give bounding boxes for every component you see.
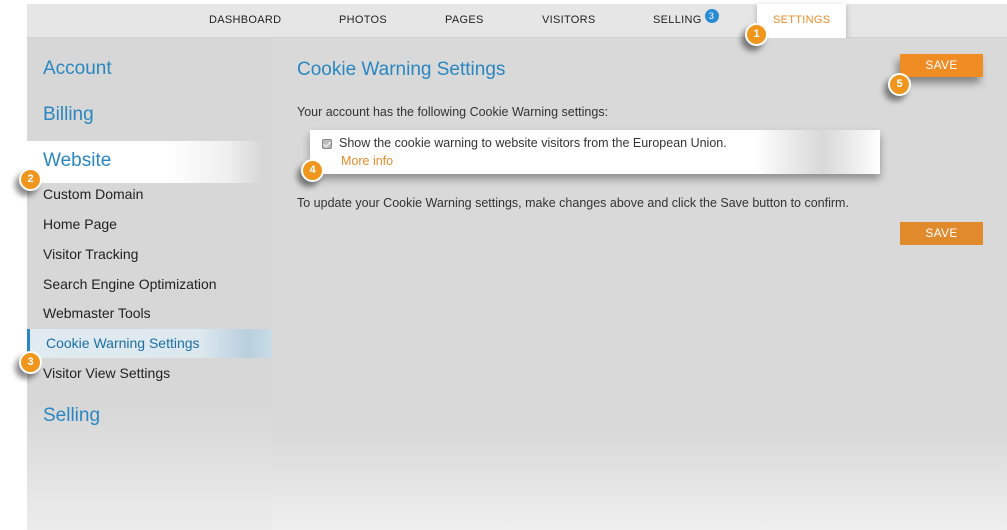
nav-pages[interactable]: PAGES — [445, 14, 484, 26]
intro-text: Your account has the following Cookie Wa… — [297, 105, 609, 119]
sidebar-heading-selling[interactable]: Selling — [43, 405, 100, 427]
update-instructions: To update your Cookie Warning settings, … — [297, 196, 849, 210]
sidebar-heading-billing[interactable]: Billing — [43, 104, 94, 126]
nav-selling[interactable]: SELLING 3 — [653, 9, 719, 26]
more-info-link[interactable]: More info — [341, 154, 393, 168]
cookie-warning-checkbox[interactable] — [322, 139, 332, 149]
sidebar-item-seo[interactable]: Search Engine Optimization — [43, 276, 217, 292]
callout-marker-2: 2 — [19, 168, 42, 191]
nav-dashboard[interactable]: DASHBOARD — [209, 14, 281, 26]
sidebar-item-visitor-tracking[interactable]: Visitor Tracking — [43, 246, 138, 262]
sidebar-item-webmaster-tools[interactable]: Webmaster Tools — [43, 305, 151, 321]
callout-marker-4: 4 — [301, 159, 324, 182]
nav-selling-label: SELLING — [653, 14, 702, 26]
selling-count-badge: 3 — [704, 9, 719, 23]
sidebar-item-cookie-warning-settings[interactable]: Cookie Warning Settings — [27, 329, 272, 358]
nav-visitors[interactable]: VISITORS — [542, 14, 596, 26]
save-button-top[interactable]: SAVE — [900, 54, 983, 77]
sidebar-heading-website[interactable]: Website — [27, 141, 263, 183]
callout-marker-1: 1 — [745, 23, 768, 46]
save-button-bottom[interactable]: SAVE — [900, 222, 983, 245]
sidebar-item-home-page[interactable]: Home Page — [43, 216, 117, 232]
top-navigation: DASHBOARD PHOTOS PAGES VISITORS SELLING … — [27, 4, 1007, 38]
sidebar-item-custom-domain[interactable]: Custom Domain — [43, 186, 143, 202]
callout-marker-5: 5 — [888, 73, 911, 96]
sidebar-item-visitor-view-settings[interactable]: Visitor View Settings — [43, 365, 170, 381]
callout-marker-3: 3 — [19, 351, 42, 374]
cookie-warning-label: Show the cookie warning to website visit… — [339, 136, 727, 150]
nav-settings[interactable]: SETTINGS — [757, 4, 847, 38]
cookie-warning-option: Show the cookie warning to website visit… — [310, 130, 880, 174]
main-content: Cookie Warning Settings SAVE Your accoun… — [272, 38, 1007, 530]
sidebar-heading-account[interactable]: Account — [43, 58, 112, 80]
nav-photos[interactable]: PHOTOS — [339, 14, 387, 26]
page-title: Cookie Warning Settings — [297, 59, 506, 80]
settings-sidebar: Account Billing Website Custom Domain Ho… — [27, 38, 272, 530]
